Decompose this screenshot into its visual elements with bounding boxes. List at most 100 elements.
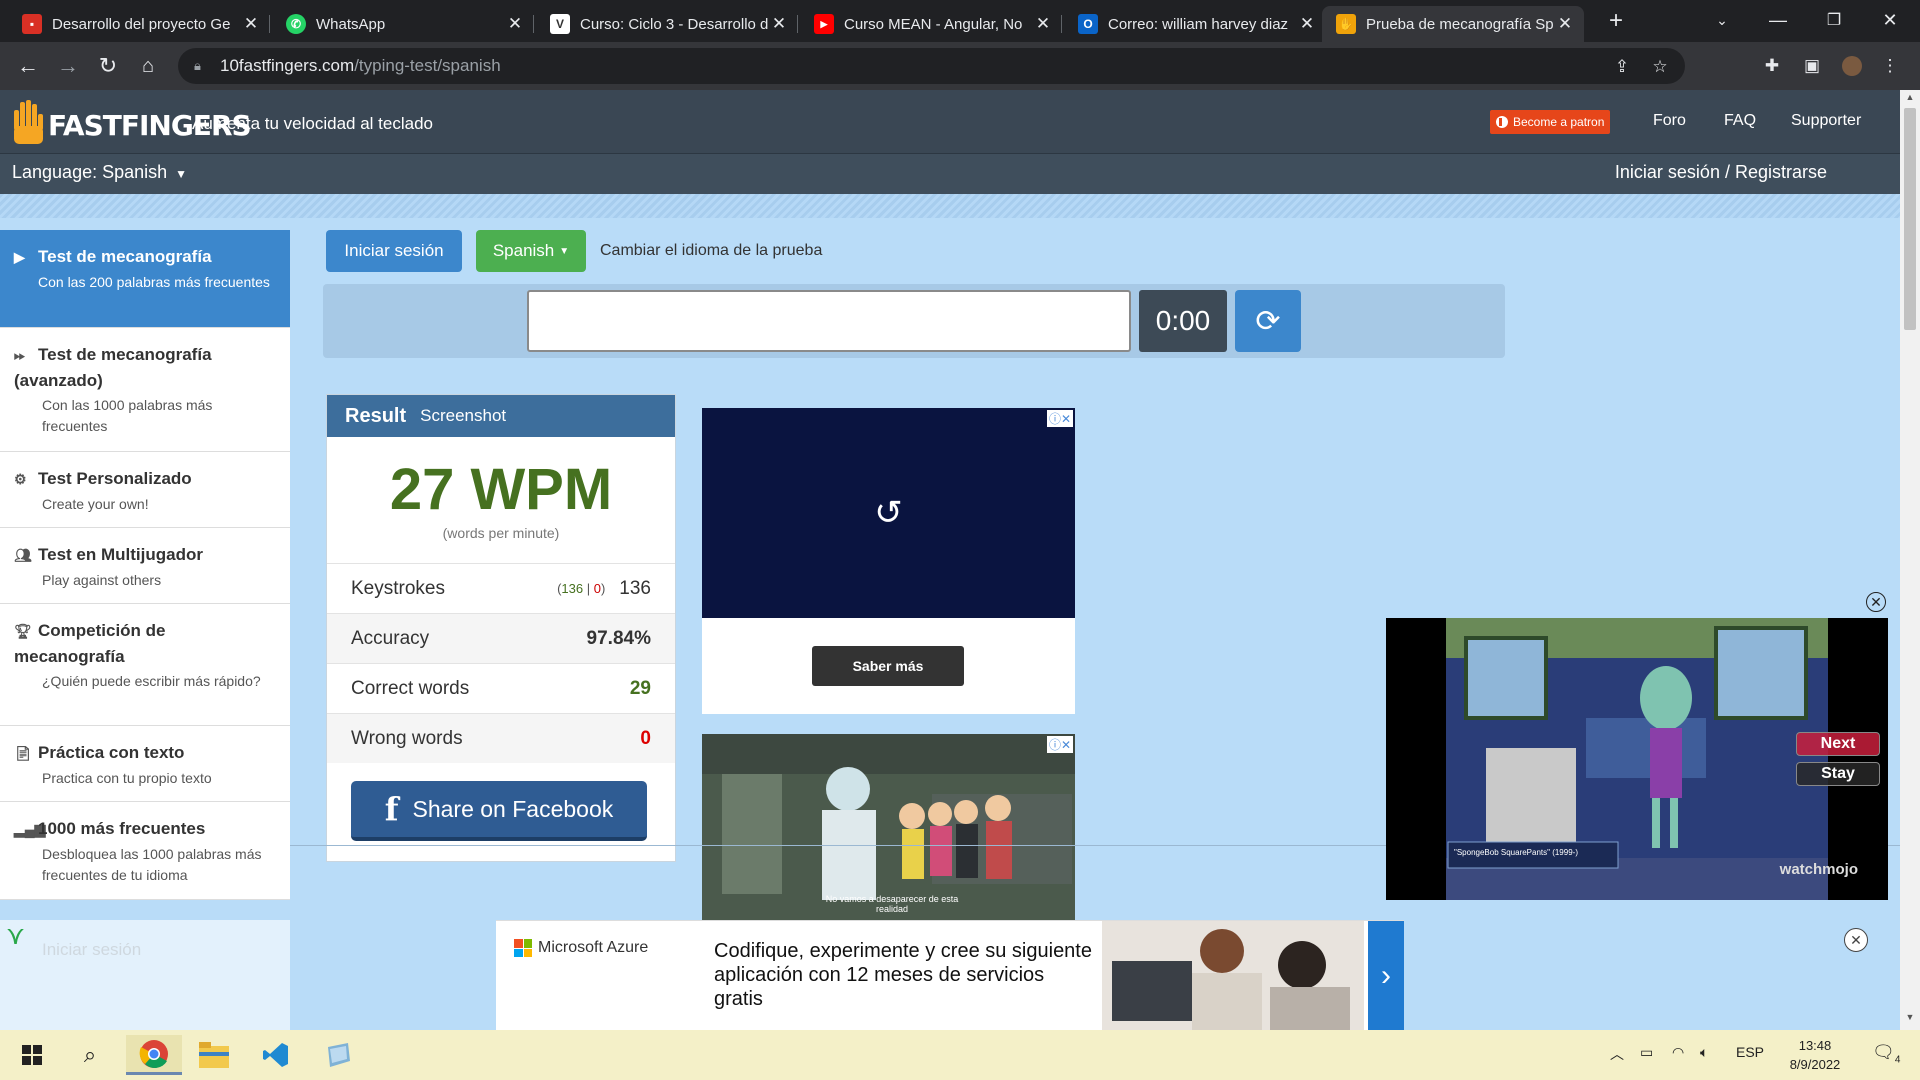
close-icon[interactable]: ✕ bbox=[240, 14, 262, 34]
restart-test-button[interactable]: ⟳ bbox=[1235, 290, 1301, 352]
patron-label: Become a patron bbox=[1513, 115, 1605, 129]
url-path: /typing-test/spanish bbox=[354, 56, 501, 75]
new-tab-button[interactable]: + bbox=[1598, 6, 1634, 36]
back-icon[interactable]: ← bbox=[12, 50, 44, 82]
vscode-icon[interactable] bbox=[248, 1035, 304, 1075]
notifications-icon[interactable]: 🗨︎4 bbox=[1872, 1042, 1900, 1066]
chevron-down-icon: ▼ bbox=[175, 167, 188, 181]
sidebar-item-custom-test[interactable]: ⚙ Test Personalizado Create your own! bbox=[0, 452, 290, 528]
sidebar-item-top-1000[interactable]: ▂▄▆1000 más frecuentes Desbloquea las 10… bbox=[0, 802, 290, 900]
close-icon[interactable]: ✕ bbox=[1296, 14, 1318, 34]
search-icon[interactable]: ⌕ bbox=[62, 1035, 118, 1075]
tab-outlook[interactable]: O Correo: william harvey diaz ✕ bbox=[1064, 6, 1326, 42]
tab-whatsapp[interactable]: ✆ WhatsApp ✕ bbox=[272, 6, 534, 42]
tab-moodle[interactable]: V Curso: Ciclo 3 - Desarrollo d ✕ bbox=[536, 6, 798, 42]
video-ad[interactable]: ↺ ⓘ✕ Saber más bbox=[702, 408, 1075, 714]
scrollbar-thumb[interactable] bbox=[1904, 108, 1916, 330]
sidebar-item-typing-test[interactable]: ▶ Test de mecanografía Con las 200 palabr… bbox=[0, 230, 290, 328]
chrome-taskbar-icon[interactable] bbox=[126, 1035, 182, 1075]
vertical-scrollbar[interactable]: ▲ ▼ bbox=[1900, 90, 1920, 1030]
sidebar-item-subtitle: Desbloquea las 1000 palabras más frecuen… bbox=[42, 846, 262, 883]
share-icon[interactable]: ⇪ bbox=[1611, 56, 1633, 78]
tab-screenshot[interactable]: Screenshot bbox=[420, 406, 506, 426]
bookmark-star-icon[interactable]: ☆ bbox=[1649, 56, 1671, 78]
side-panel-icon[interactable]: ▣ bbox=[1802, 56, 1822, 76]
chevron-up-icon[interactable]: ︿ bbox=[1610, 1044, 1624, 1064]
fast-forward-icon: ⏩︎ bbox=[14, 347, 26, 363]
reload-icon[interactable]: ↻ bbox=[92, 50, 124, 82]
sidebar-item-title: Test de mecanografía bbox=[38, 247, 212, 266]
tab-title: Prueba de mecanografía Sp bbox=[1366, 15, 1554, 33]
tab-docs[interactable]: ▪ Desarrollo del proyecto Ge ✕ bbox=[8, 6, 270, 42]
result-row-keystrokes: Keystrokes (136 | 0) 136 bbox=[327, 563, 675, 613]
tab-search-chevron-icon[interactable]: ⌄ bbox=[1694, 0, 1750, 40]
tab-result[interactable]: Result bbox=[345, 405, 406, 428]
users-icon: 👥︎ bbox=[14, 547, 32, 563]
close-window-icon[interactable]: ✕ bbox=[1862, 0, 1918, 40]
scroll-up-icon[interactable]: ▲ bbox=[1900, 92, 1920, 108]
video-ad-player[interactable]: ↺ bbox=[702, 408, 1075, 618]
language-selector[interactable]: Language: Spanish ▼ bbox=[12, 162, 187, 183]
ad-learn-more-button[interactable]: Saber más bbox=[812, 646, 964, 686]
input-language-indicator[interactable]: ESP bbox=[1736, 1044, 1764, 1060]
windows-start-icon[interactable] bbox=[4, 1035, 60, 1075]
rick-and-morty-ad[interactable]: ⓘ✕ No vamos a desaparecer de esta realid… bbox=[702, 734, 1075, 920]
azure-banner-ad[interactable]: Microsoft Azure Codifique, experimente y… bbox=[496, 920, 1404, 1031]
test-language-dropdown[interactable]: Spanish ▼ bbox=[476, 230, 586, 272]
result-row-wrong-words: Wrong words 0 bbox=[327, 713, 675, 763]
sidebar-item-typing-test-advanced[interactable]: ⏩︎ Test de mecanografía (avanzado) Con la… bbox=[0, 328, 290, 452]
typing-input[interactable] bbox=[527, 290, 1131, 352]
extensions-puzzle-icon[interactable]: ✚ bbox=[1762, 56, 1782, 76]
caret-down-icon: ▼ bbox=[559, 245, 570, 257]
close-icon[interactable]: ✕ bbox=[1032, 14, 1054, 34]
adchoices-icon[interactable]: ⓘ✕ bbox=[1046, 410, 1073, 427]
close-icon[interactable]: ✕ bbox=[768, 14, 790, 34]
battery-icon[interactable]: ▭ bbox=[1640, 1044, 1653, 1061]
video-stay-button[interactable]: Stay bbox=[1796, 762, 1880, 786]
url-text[interactable]: 10fastfingers.com/typing-test/spanish bbox=[220, 56, 501, 76]
login-button[interactable]: Iniciar sesión bbox=[326, 230, 462, 272]
hand-logo-icon bbox=[12, 100, 46, 146]
close-video-icon[interactable]: ✕ bbox=[1866, 592, 1886, 612]
minimize-icon[interactable]: — bbox=[1750, 0, 1806, 40]
scroll-down-icon[interactable]: ▼ bbox=[1900, 1012, 1920, 1028]
ad-photo bbox=[1102, 921, 1364, 1031]
sidebar-item-multiplayer[interactable]: 👥︎ Test en Multijugador Play against othe… bbox=[0, 528, 290, 604]
wrong-words-value: 0 bbox=[640, 727, 651, 749]
nav-forum-link[interactable]: Foro bbox=[1653, 112, 1686, 130]
sidebar-item-competition[interactable]: 🏆︎ Competición de mecanografía ¿Quién pue… bbox=[0, 604, 290, 726]
forward-icon[interactable]: → bbox=[52, 50, 84, 82]
nav-supporter-link[interactable]: Supporter bbox=[1791, 112, 1861, 130]
restore-icon[interactable]: ❐ bbox=[1806, 0, 1862, 40]
sidebar-item-text-practice[interactable]: 📄︎ Práctica con texto Practica con tu pro… bbox=[0, 726, 290, 802]
become-patron-button[interactable]: Become a patron bbox=[1490, 110, 1611, 134]
address-bar[interactable]: 🔒︎ 10fastfingers.com/typing-test/spanish… bbox=[178, 48, 1685, 84]
close-icon[interactable]: ✕ bbox=[504, 14, 526, 34]
tab-title: Curso: Ciclo 3 - Desarrollo d bbox=[580, 15, 768, 33]
video-next-button[interactable]: Next bbox=[1796, 732, 1880, 756]
share-facebook-button[interactable]: f Share on Facebook bbox=[351, 781, 647, 841]
close-ad-icon[interactable]: ✕ bbox=[1844, 928, 1868, 952]
adchoices-icon[interactable]: ⓘ✕ bbox=[1046, 736, 1073, 753]
floating-video-player[interactable]: "SpongeBob SquarePants" (1999-) Next Sta… bbox=[1386, 618, 1888, 900]
volume-icon[interactable]: 🔈︎ bbox=[1700, 1044, 1708, 1061]
profile-avatar[interactable] bbox=[1842, 56, 1862, 76]
ad-next-arrow-icon[interactable]: › bbox=[1368, 921, 1404, 1031]
result-tabs: Result Screenshot bbox=[327, 395, 675, 437]
nav-faq-link[interactable]: FAQ bbox=[1724, 112, 1756, 130]
menu-kebab-icon[interactable]: ⋮ bbox=[1880, 56, 1900, 76]
home-icon[interactable]: ⌂ bbox=[132, 50, 164, 82]
login-register-link[interactable]: Iniciar sesión / Registrarse bbox=[1615, 162, 1827, 183]
sidebar-item-subtitle: Con las 1000 palabras más frecuentes bbox=[42, 397, 213, 434]
tab-10fastfingers[interactable]: ✋ Prueba de mecanografía Sp ✕ bbox=[1322, 6, 1584, 42]
file-explorer-icon[interactable] bbox=[186, 1035, 242, 1075]
language-label: Language: Spanish bbox=[12, 162, 168, 182]
tab-youtube[interactable]: ▶ Curso MEAN - Angular, No ✕ bbox=[800, 6, 1062, 42]
system-clock[interactable]: 13:48 8/9/2022 bbox=[1775, 1036, 1855, 1074]
wifi-icon[interactable]: ◠ bbox=[1672, 1044, 1684, 1061]
wrong-words-label: Wrong words bbox=[351, 727, 463, 749]
keystrokes-correct: 136 bbox=[561, 581, 584, 596]
result-row-accuracy: Accuracy 97.84% bbox=[327, 613, 675, 663]
close-icon[interactable]: ✕ bbox=[1554, 14, 1576, 34]
app-taskbar-icon[interactable] bbox=[310, 1035, 366, 1075]
